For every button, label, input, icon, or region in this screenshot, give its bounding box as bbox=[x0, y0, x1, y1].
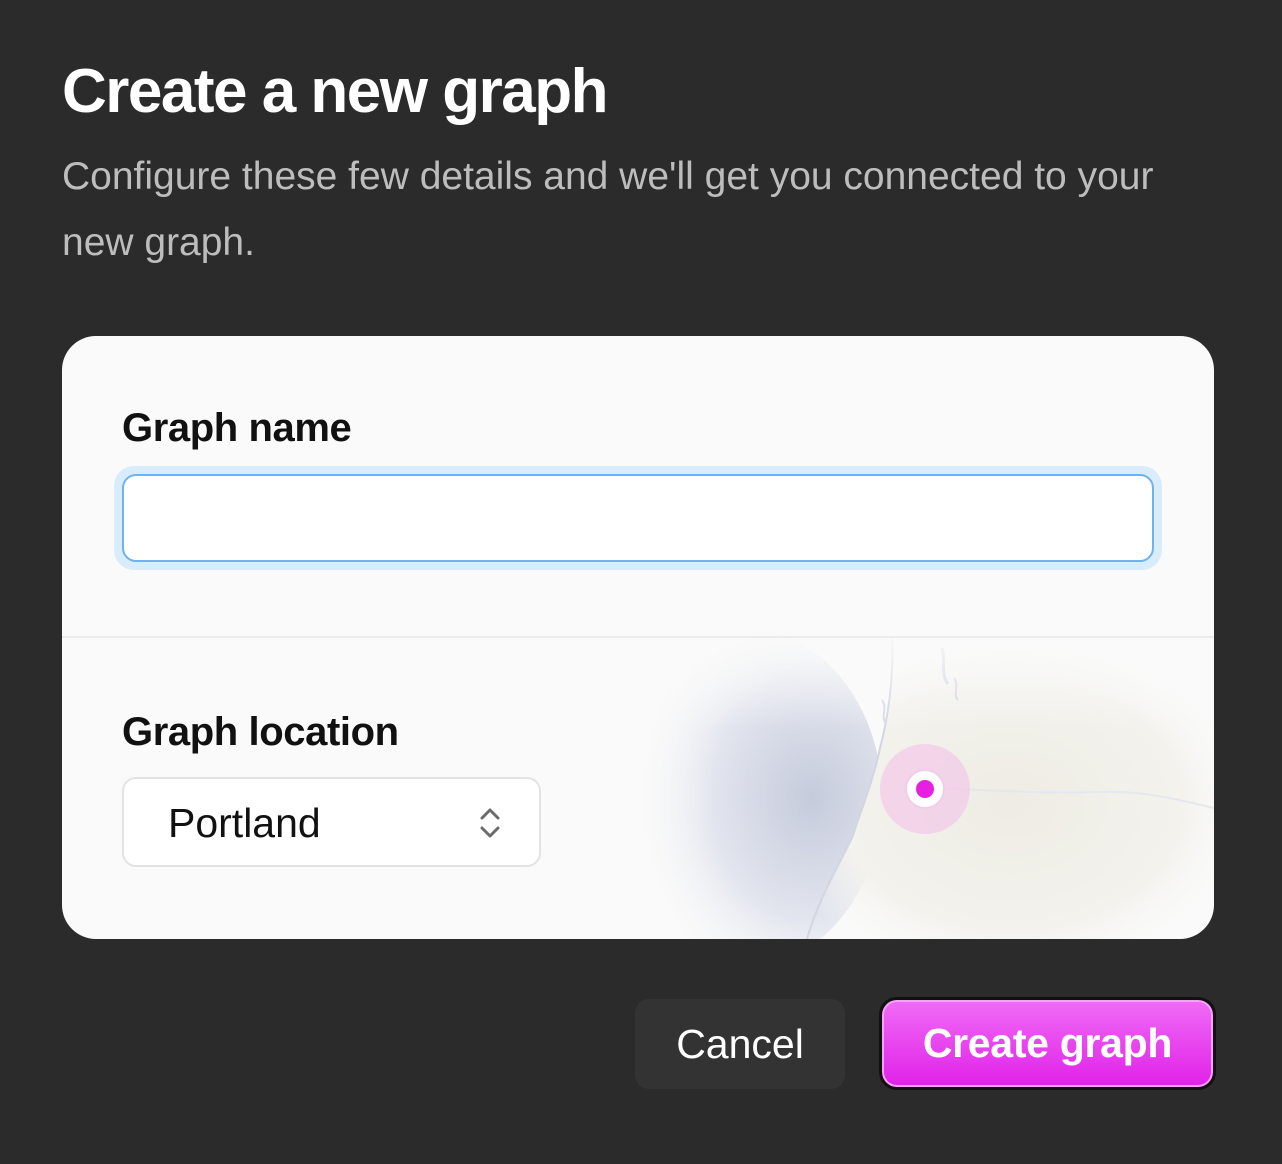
chevron-up-down-icon bbox=[480, 808, 500, 838]
graph-location-label: Graph location bbox=[122, 710, 399, 754]
form-card: Graph name Graph location Portland bbox=[62, 336, 1214, 939]
cancel-button[interactable]: Cancel bbox=[635, 999, 845, 1089]
graph-name-input[interactable] bbox=[122, 474, 1154, 562]
dialog-subtitle: Configure these few details and we'll ge… bbox=[62, 155, 1154, 264]
location-dot-icon bbox=[880, 744, 970, 834]
graph-location-value: Portland bbox=[168, 800, 321, 846]
create-graph-button[interactable]: Create graph bbox=[879, 997, 1216, 1090]
graph-name-label: Graph name bbox=[122, 406, 352, 450]
dialog-title: Create a new graph bbox=[62, 57, 608, 126]
graph-location-select[interactable]: Portland bbox=[122, 777, 541, 867]
